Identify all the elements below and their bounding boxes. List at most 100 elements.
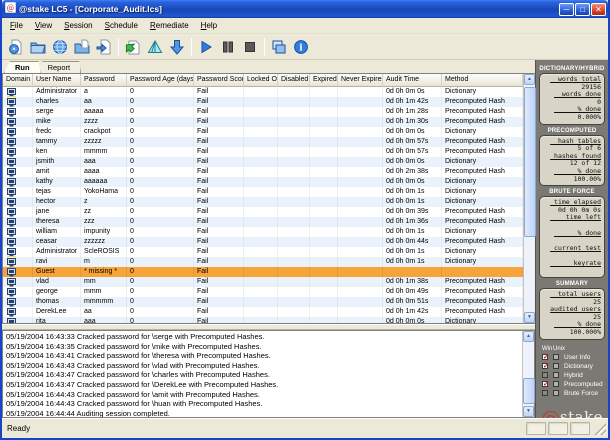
- table-row[interactable]: AdministratorScleROSIS0Fail0d 0h 0m 1sDi…: [3, 247, 523, 257]
- resize-grip[interactable]: [593, 422, 606, 435]
- table-row[interactable]: theresazzz0Fail0d 0h 1m 36sPrecomputed H…: [3, 217, 523, 227]
- scroll-thumb[interactable]: [524, 87, 536, 237]
- table-row[interactable]: jsmithaaa0Fail0d 0h 0m 0sDictionary: [3, 157, 523, 167]
- menu-view[interactable]: View: [29, 20, 58, 31]
- minimize-button[interactable]: ─: [559, 3, 574, 16]
- tab-run[interactable]: Run: [4, 61, 41, 73]
- table-row[interactable]: ceasarzzzzzz0Fail0d 0h 0m 44sPrecomputed…: [3, 237, 523, 247]
- unix-checkbox-hybrid[interactable]: [553, 372, 559, 378]
- log-scroll-up-icon[interactable]: ▲: [523, 331, 534, 342]
- column-header-user-name[interactable]: User Name: [33, 74, 81, 87]
- table-row[interactable]: kathyaaaaaa0Fail0d 0h 0m 0sDictionary: [3, 177, 523, 187]
- cell-expired: [310, 177, 338, 187]
- table-row[interactable]: williamimpunity0Fail0d 0h 0m 1sDictionar…: [3, 227, 523, 237]
- win-checkbox-precomputed[interactable]: ✓: [542, 381, 548, 387]
- win-checkbox-brute-force[interactable]: [542, 390, 548, 396]
- help-icon[interactable]: i: [290, 36, 312, 58]
- maximize-button[interactable]: □: [575, 3, 590, 16]
- unix-checkbox-brute-force[interactable]: [553, 390, 559, 396]
- stop-audit-icon[interactable]: [239, 36, 261, 58]
- table-row[interactable]: janezz0Fail0d 0h 0m 39sPrecomputed Hash: [3, 207, 523, 217]
- cell-audit-time: 0d 0h 1m 30s: [383, 117, 442, 127]
- tab-report[interactable]: Report: [37, 61, 82, 73]
- log-scroll-thumb[interactable]: [523, 378, 535, 404]
- log-scroll-track[interactable]: [523, 342, 534, 406]
- remediate-icon[interactable]: [268, 36, 290, 58]
- column-label-win: Win: [542, 346, 553, 352]
- column-header-audit-time[interactable]: Audit Time: [383, 74, 442, 87]
- table-row[interactable]: DerekLeeaa0Fail0d 0h 1m 42sPrecomputed H…: [3, 307, 523, 317]
- session-options-icon[interactable]: [144, 36, 166, 58]
- begin-audit-icon[interactable]: [195, 36, 217, 58]
- log-scroll-down-icon[interactable]: ▼: [523, 406, 534, 417]
- import-hashes-icon[interactable]: [166, 36, 188, 58]
- cell-audit-time: 0d 0h 0m 0s: [383, 177, 442, 187]
- computer-icon: [7, 288, 16, 297]
- column-header-method[interactable]: Method: [442, 74, 523, 87]
- log-scrollbar[interactable]: ▲ ▼: [522, 331, 534, 417]
- import-file-icon[interactable]: [71, 36, 93, 58]
- win-checkbox-hybrid[interactable]: [542, 372, 548, 378]
- table-row[interactable]: vladmm0Fail0d 0h 1m 38sPrecomputed Hash: [3, 277, 523, 287]
- cell-method: Precomputed Hash: [442, 117, 523, 127]
- cell-user-name: mike: [33, 117, 81, 127]
- column-header-expired[interactable]: Expired: [310, 74, 338, 87]
- scroll-track[interactable]: [524, 85, 535, 312]
- stat-value: 5 of 6: [543, 145, 601, 153]
- table-row[interactable]: sergeaaaaa0Fail0d 0h 1m 28sPrecomputed H…: [3, 107, 523, 117]
- scroll-down-icon[interactable]: ▼: [524, 312, 535, 323]
- cell-locked-out: [244, 97, 278, 107]
- menu-remediate[interactable]: Remediate: [144, 20, 195, 31]
- menu-file[interactable]: File: [4, 20, 29, 31]
- table-row[interactable]: Guest* missing *0Fail: [3, 267, 523, 277]
- report-icon[interactable]: [122, 36, 144, 58]
- table-row[interactable]: amitaaaa0Fail0d 0h 2m 38sPrecomputed Has…: [3, 167, 523, 177]
- open-session-icon[interactable]: [27, 36, 49, 58]
- table-row[interactable]: hectorz0Fail0d 0h 0m 1sDictionary: [3, 197, 523, 207]
- table-row[interactable]: tammyzzzzz0Fail0d 0h 0m 57sPrecomputed H…: [3, 137, 523, 147]
- export-session-icon[interactable]: [93, 36, 115, 58]
- cell-never-expires: [338, 87, 383, 97]
- table-row[interactable]: georgemmm0Fail0d 0h 0m 49sPrecomputed Ha…: [3, 287, 523, 297]
- unix-checkbox-precomputed[interactable]: [553, 381, 559, 387]
- cell-audit-time: 0d 0h 1m 28s: [383, 107, 442, 117]
- column-header-locked-out[interactable]: Locked Out: [244, 74, 278, 87]
- table-row[interactable]: ravim0Fail0d 0h 0m 1sDictionary: [3, 257, 523, 267]
- win-checkbox-dictionary[interactable]: ✓: [542, 363, 548, 369]
- cell-never-expires: [338, 237, 383, 247]
- import-remote-icon[interactable]: [49, 36, 71, 58]
- menu-help[interactable]: Help: [195, 20, 223, 31]
- computer-icon: [7, 158, 16, 167]
- table-row[interactable]: ritaaaa0Fail0d 0h 0m 0sDictionary: [3, 317, 523, 323]
- column-header-disabled[interactable]: Disabled: [278, 74, 310, 87]
- new-session-icon[interactable]: [5, 36, 27, 58]
- title-bar[interactable]: @ @stake LC5 - [Corporate_Audit.lcs] ─ □…: [2, 0, 608, 18]
- cell-locked-out: [244, 237, 278, 247]
- column-header-password-score[interactable]: Password Score: [194, 74, 244, 87]
- table-row[interactable]: Administratora0Fail0d 0h 0m 0sDictionary: [3, 87, 523, 97]
- column-header-never-expires[interactable]: Never Expires: [338, 74, 383, 87]
- column-header-password-age-days-[interactable]: Password Age (days): [127, 74, 194, 87]
- column-header-domain[interactable]: Domain: [3, 74, 33, 87]
- pause-audit-icon[interactable]: [217, 36, 239, 58]
- unix-checkbox-dictionary[interactable]: [553, 363, 559, 369]
- table-scrollbar[interactable]: ▲ ▼: [523, 74, 535, 323]
- computer-icon: [7, 178, 16, 187]
- menu-session[interactable]: Session: [58, 20, 98, 31]
- panel-brute-force: _time_elapsed0d 0h 0m 0s____time_left __…: [539, 196, 605, 278]
- table-row[interactable]: mikezzzz0Fail0d 0h 1m 30sPrecomputed Has…: [3, 117, 523, 127]
- cell-method: Precomputed Hash: [442, 297, 523, 307]
- win-checkbox-user-info[interactable]: ✓: [542, 354, 548, 360]
- panel-summary: __total_users25audited_users25______%_do…: [539, 288, 605, 340]
- scroll-up-icon[interactable]: ▲: [524, 74, 535, 85]
- table-row[interactable]: fredccrackpot0Fail0d 0h 0m 0sDictionary: [3, 127, 523, 137]
- table-row[interactable]: thomasmmmmm0Fail0d 0h 0m 51sPrecomputed …: [3, 297, 523, 307]
- column-header-password[interactable]: Password: [81, 74, 127, 87]
- table-row[interactable]: tejasYokoHama0Fail0d 0h 0m 1sDictionary: [3, 187, 523, 197]
- table-row[interactable]: charlesaa0Fail0d 0h 1m 42sPrecomputed Ha…: [3, 97, 523, 107]
- menu-schedule[interactable]: Schedule: [99, 20, 144, 31]
- close-button[interactable]: ✕: [591, 3, 606, 16]
- table-row[interactable]: kenmmmm0Fail0d 0h 0m 57sPrecomputed Hash: [3, 147, 523, 157]
- unix-checkbox-user-info[interactable]: [553, 354, 559, 360]
- svg-text:i: i: [299, 43, 303, 53]
